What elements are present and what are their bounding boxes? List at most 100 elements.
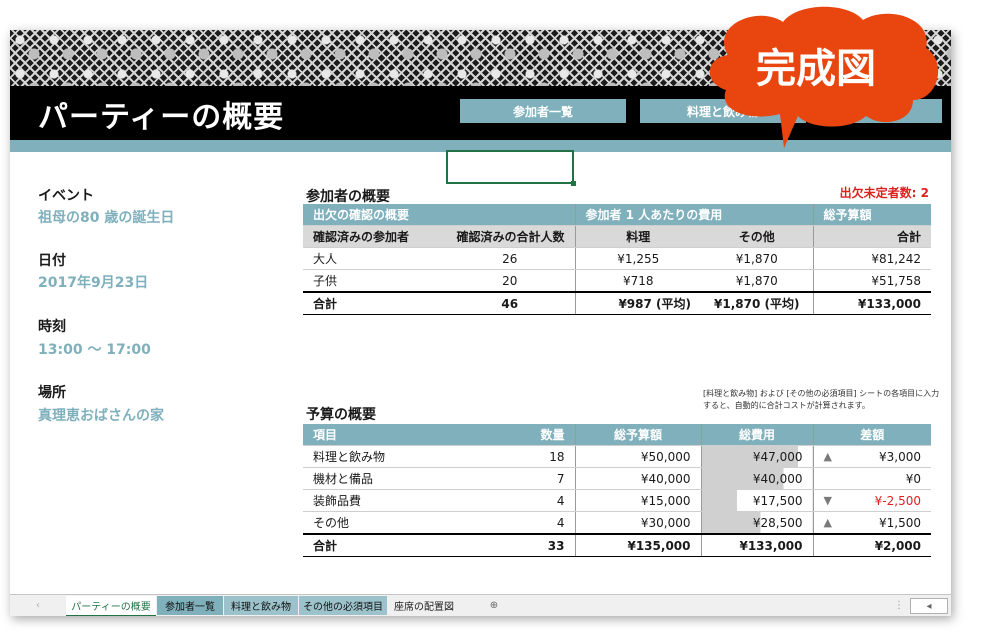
cell-count[interactable]: 46 — [445, 291, 575, 315]
tab-food-drinks[interactable]: 料理と飲み物 — [224, 596, 298, 615]
cell-cost[interactable]: ¥17,500 — [700, 489, 813, 512]
table-row[interactable]: 装飾品費 4 ¥15,000 ¥17,500 ▼ ¥-2,500 — [303, 489, 931, 512]
cell-budget[interactable]: ¥15,000 — [574, 489, 701, 512]
cell-food[interactable]: ¥718 — [574, 269, 701, 293]
event-value[interactable]: 祖母の80 歳の誕生日 — [38, 207, 174, 227]
budget-total-row[interactable]: 合計 33 ¥135,000 ¥133,000 ¥2,000 — [303, 533, 931, 557]
pending-value: 2 — [920, 186, 929, 200]
table-row[interactable]: 子供 20 ¥718 ¥1,870 ¥51,758 — [303, 269, 931, 293]
place-value[interactable]: 真理恵おばさんの家 — [38, 405, 164, 425]
cell-qty[interactable]: 7 — [443, 467, 575, 490]
cell-food[interactable]: ¥1,255 — [574, 247, 701, 270]
diff-value: ¥0 — [905, 471, 921, 486]
cell-diff[interactable]: ▼ ¥-2,500 — [812, 489, 931, 512]
selected-cell[interactable] — [446, 150, 576, 186]
group-header-per-person: 参加者 1 人あたりの費用 — [574, 204, 813, 226]
attendees-table: 出欠の確認の概要 参加者 1 人あたりの費用 総予算額 確認済みの参加者 確認済… — [303, 204, 931, 315]
diff-value: ¥-2,500 — [874, 493, 921, 508]
cell-other[interactable]: ¥1,870 — [701, 269, 813, 293]
cell-qty[interactable]: 4 — [443, 511, 575, 535]
sheet-tab-bar: ‹ パーティーの概要 参加者一覧 料理と飲み物 その他の必須項目 座席の配置図 … — [10, 594, 951, 616]
cell-food[interactable]: ¥987 (平均) — [574, 291, 701, 315]
tab-other-items[interactable]: その他の必須項目 — [299, 596, 387, 615]
cell-name[interactable]: 合計 — [303, 291, 445, 315]
place-label: 場所 — [38, 385, 66, 401]
col-item: 項目 — [303, 424, 443, 446]
cell-total[interactable]: ¥81,242 — [812, 247, 931, 270]
badge-label: 完成図 — [756, 45, 876, 92]
cell-diff[interactable]: ▲ ¥1,500 — [812, 511, 931, 535]
group-header-rsvp: 出欠の確認の概要 — [303, 204, 575, 226]
cell-diff[interactable]: ▲ ¥3,000 — [812, 445, 931, 468]
col-confirmed: 確認済みの参加者 — [303, 225, 445, 248]
cell-qty[interactable]: 33 — [443, 533, 575, 557]
add-sheet-icon[interactable]: ⊕ — [482, 596, 506, 615]
diff-value: ¥1,500 — [879, 515, 921, 530]
horizontal-scrollbar[interactable]: ◂ — [910, 598, 948, 614]
cell-item[interactable]: 料理と飲み物 — [303, 445, 443, 468]
tab-attendees[interactable]: 参加者一覧 — [157, 596, 223, 615]
options-icon[interactable]: ⋮ — [892, 596, 906, 615]
cell-cost[interactable]: ¥47,000 — [700, 445, 813, 468]
attendees-group-header-row: 出欠の確認の概要 参加者 1 人あたりの費用 総予算額 — [303, 204, 931, 226]
col-qty: 数量 — [443, 424, 575, 446]
col-other: その他 — [701, 225, 813, 248]
cell-name[interactable]: 子供 — [303, 269, 445, 293]
cell-total[interactable]: ¥51,758 — [812, 269, 931, 293]
cell-other[interactable]: ¥1,870 — [701, 247, 813, 270]
cell-cost[interactable]: ¥28,500 — [700, 511, 813, 535]
table-row[interactable]: 料理と飲み物 18 ¥50,000 ¥47,000 ▲ ¥3,000 — [303, 445, 931, 468]
col-budget: 総予算額 — [574, 424, 701, 446]
budget-table: 項目 数量 総予算額 総費用 差額 料理と飲み物 18 ¥50,000 ¥47,… — [303, 424, 931, 557]
cell-budget[interactable]: ¥40,000 — [574, 467, 701, 490]
cell-qty[interactable]: 4 — [443, 489, 575, 512]
completion-badge: 完成図 — [709, 6, 939, 148]
budget-note: [料理と飲み物] および [その他の必須項目] シートの各項目に入力すると、自動… — [703, 389, 940, 410]
tab-party-summary[interactable]: パーティーの概要 — [66, 596, 156, 616]
tab-seating[interactable]: 座席の配置図 — [388, 596, 460, 615]
col-food: 料理 — [574, 225, 701, 248]
table-row[interactable]: 大人 26 ¥1,255 ¥1,870 ¥81,242 — [303, 247, 931, 270]
cell-diff[interactable]: ¥0 — [812, 467, 931, 490]
cell-cost[interactable]: ¥133,000 — [700, 533, 813, 557]
trend-up-icon: ▲ — [823, 515, 832, 529]
cell-item[interactable]: 装飾品費 — [303, 489, 443, 512]
cell-item[interactable]: その他 — [303, 511, 443, 535]
cell-item[interactable]: 機材と備品 — [303, 467, 443, 490]
event-label: イベント — [38, 188, 94, 204]
cell-diff[interactable]: ¥2,000 — [812, 533, 931, 557]
cell-total[interactable]: ¥133,000 — [812, 291, 931, 315]
col-diff: 差額 — [812, 424, 931, 446]
cell-item[interactable]: 合計 — [303, 533, 443, 557]
attendees-column-header-row: 確認済みの参加者 確認済みの合計人数 料理 その他 合計 — [303, 225, 931, 248]
date-value[interactable]: 2017年9月23日 — [38, 272, 148, 292]
col-total: 合計 — [812, 225, 931, 248]
table-row[interactable]: 機材と備品 7 ¥40,000 ¥40,000 ¥0 — [303, 467, 931, 490]
cell-budget[interactable]: ¥30,000 — [574, 511, 701, 535]
cell-other[interactable]: ¥1,870 (平均) — [701, 291, 813, 315]
cell-name[interactable]: 大人 — [303, 247, 445, 270]
attendees-total-row[interactable]: 合計 46 ¥987 (平均) ¥1,870 (平均) ¥133,000 — [303, 291, 931, 315]
cell-qty[interactable]: 18 — [443, 445, 575, 468]
col-cost: 総費用 — [700, 424, 813, 446]
trend-down-icon: ▼ — [823, 493, 832, 507]
nav-button-attendees[interactable]: 参加者一覧 — [460, 99, 626, 123]
table-row[interactable]: その他 4 ¥30,000 ¥28,500 ▲ ¥1,500 — [303, 511, 931, 535]
time-value[interactable]: 13:00 ～ 17:00 — [38, 339, 151, 359]
pending-count: 出欠未定者数: 2 — [840, 184, 929, 201]
budget-header-row: 項目 数量 総予算額 総費用 差額 — [303, 424, 931, 446]
group-header-total-budget: 総予算額 — [812, 204, 931, 226]
attendees-section-title: 参加者の概要 — [306, 189, 390, 205]
cell-budget[interactable]: ¥50,000 — [574, 445, 701, 468]
cell-count[interactable]: 20 — [445, 269, 575, 293]
page-title: パーティーの概要 — [38, 100, 285, 135]
tab-scroll-left-icon[interactable]: ‹ — [18, 596, 58, 615]
trend-up-icon: ▲ — [823, 449, 832, 463]
cell-cost[interactable]: ¥40,000 — [700, 467, 813, 490]
pending-label: 出欠未定者数: — [839, 186, 917, 200]
cell-budget[interactable]: ¥135,000 — [574, 533, 701, 557]
date-label: 日付 — [38, 253, 66, 269]
cell-count[interactable]: 26 — [445, 247, 575, 270]
budget-section-title: 予算の概要 — [306, 407, 376, 423]
diff-value: ¥3,000 — [879, 449, 921, 464]
